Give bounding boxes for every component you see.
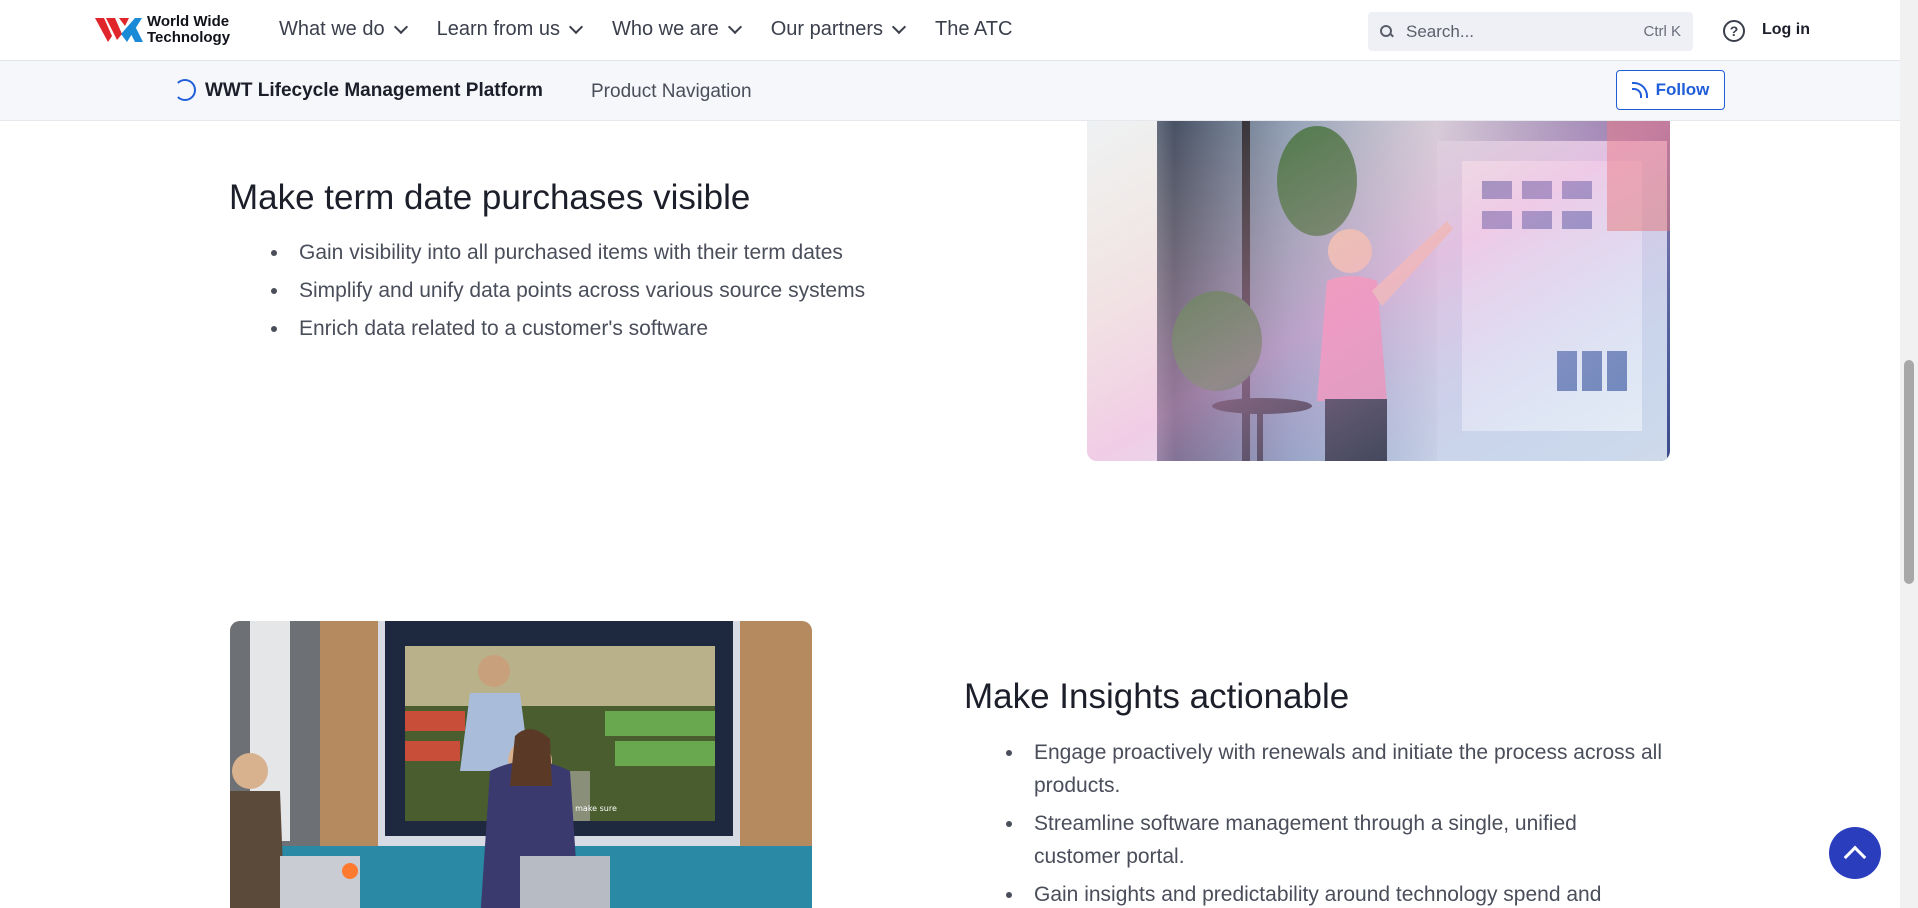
search-shortcut: Ctrl K: [1643, 23, 1682, 40]
term-dates-list: Gain visibility into all purchased items…: [269, 236, 989, 350]
insights-list: Engage proactively with renewals and ini…: [1004, 736, 1664, 908]
lifecycle-icon: [174, 79, 196, 101]
back-to-top-button[interactable]: [1829, 827, 1881, 879]
top-navigation: World Wide Technology What we do Learn f…: [0, 0, 1900, 61]
section-title-term-dates: Make term date purchases visible: [229, 178, 751, 217]
list-item: Streamline software management through a…: [1004, 807, 1664, 873]
page-scrollbar[interactable]: [1900, 0, 1918, 908]
rss-icon: [1631, 82, 1648, 98]
chevron-down-icon: [393, 19, 408, 35]
retail-demo-photo: we needed to make sure: [230, 621, 812, 908]
logo-line1: World Wide: [147, 13, 230, 30]
list-item: Gain insights and predictability around …: [1004, 878, 1664, 908]
nav-learn-from-us[interactable]: Learn from us: [436, 18, 584, 41]
chevron-up-icon: [1843, 845, 1867, 868]
chevron-down-icon: [727, 19, 742, 35]
chevron-down-icon: [568, 19, 584, 35]
atc-presentation-photo: [1087, 121, 1670, 461]
search-placeholder: Search...: [1406, 21, 1475, 41]
search-input[interactable]: Search... Ctrl K: [1368, 12, 1693, 51]
product-navigation-link[interactable]: Product Navigation: [591, 81, 752, 103]
nav-the-atc[interactable]: The ATC: [935, 18, 1012, 41]
nav-label: Learn from us: [436, 18, 560, 40]
product-subnav: WWT Lifecycle Management Platform Produc…: [0, 61, 1900, 121]
section-title-insights: Make Insights actionable: [964, 677, 1350, 716]
nav-label: Our partners: [770, 18, 883, 40]
list-item: Enrich data related to a customer's soft…: [269, 312, 989, 345]
logo-text: World Wide Technology: [147, 14, 230, 46]
nav-label: The ATC: [934, 18, 1013, 40]
platform-title[interactable]: WWT Lifecycle Management Platform: [205, 80, 543, 102]
scrollbar-thumb[interactable]: [1904, 360, 1914, 584]
nav-what-we-do[interactable]: What we do: [279, 18, 408, 41]
list-item: Engage proactively with renewals and ini…: [1004, 736, 1664, 802]
help-icon[interactable]: ?: [1723, 20, 1745, 42]
follow-label: Follow: [1655, 80, 1710, 99]
login-link[interactable]: Log in: [1762, 21, 1810, 39]
nav-label: What we do: [279, 18, 385, 40]
follow-button[interactable]: Follow: [1616, 70, 1725, 110]
wwt-logo[interactable]: World Wide Technology: [95, 14, 230, 46]
list-item: Gain visibility into all purchased items…: [269, 236, 989, 269]
list-item: Simplify and unify data points across va…: [269, 274, 989, 307]
logo-line2: Technology: [147, 29, 231, 46]
wwt-logo-mark-icon: [95, 18, 143, 42]
search-icon: [1380, 24, 1394, 39]
nav-our-partners[interactable]: Our partners: [770, 18, 907, 41]
nav-who-we-are[interactable]: Who we are: [612, 18, 742, 41]
nav-label: Who we are: [612, 18, 719, 40]
chevron-down-icon: [891, 19, 907, 35]
main-nav: What we do Learn from us Who we are Our …: [279, 18, 1043, 41]
